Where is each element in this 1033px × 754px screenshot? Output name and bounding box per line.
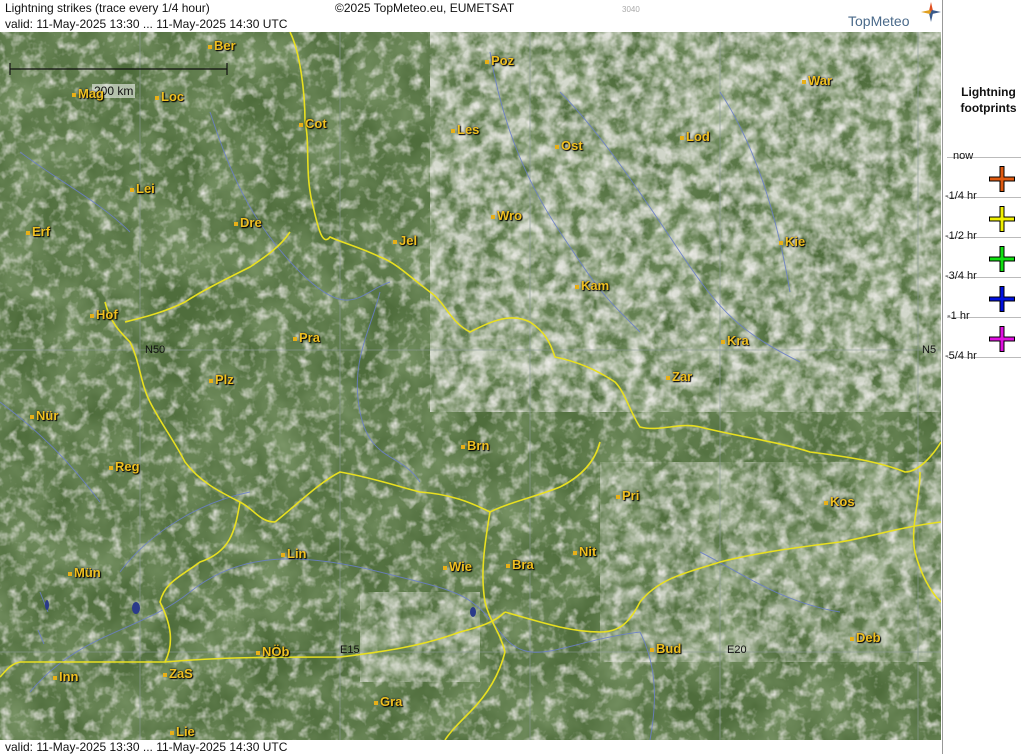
city-label: ZaS (163, 666, 193, 681)
city-label: Loc (155, 89, 184, 104)
map-footer: valid: 11-May-2025 13:30 ... 11-May-2025… (0, 740, 941, 754)
grid-label-e15: E15 (340, 644, 360, 656)
city-label: Hof (90, 307, 118, 322)
city-label: Ber (208, 38, 236, 53)
city-label: Lod (680, 129, 710, 144)
city-label: Ost (555, 138, 583, 153)
city-label: Lin (281, 546, 307, 561)
city-label: Poz (485, 53, 514, 68)
legend-label-now: now (953, 150, 974, 162)
city-label: Nit (573, 544, 596, 559)
city-label: Mag (72, 86, 104, 101)
compass-logo-icon (921, 2, 941, 22)
city-label: Pra (293, 330, 320, 345)
legend-label: -1/2 hr (945, 230, 977, 242)
green-cross-icon (989, 246, 1015, 272)
city-label: Kam (575, 278, 609, 293)
city-label: Pri (616, 488, 639, 503)
legend-title: Lightning footprints (960, 85, 1017, 115)
city-label: Bud (650, 641, 681, 656)
map-header: Lightning strikes (trace every 1/4 hour)… (0, 0, 942, 32)
magenta-cross-icon (989, 326, 1015, 352)
city-label: Lie (170, 724, 195, 739)
city-label: Plz (209, 372, 234, 387)
legend-label: -3/4 hr (945, 270, 977, 282)
city-label: Les (451, 122, 479, 137)
frame-id: 3040 (622, 5, 640, 14)
city-label: War (802, 73, 832, 88)
city-label: Kie (779, 234, 805, 249)
valid-time-header: valid: 11-May-2025 13:30 ... 11-May-2025… (5, 17, 288, 31)
city-label: Mün (68, 565, 101, 580)
city-label: Nür (30, 408, 58, 423)
yellow-cross-icon (989, 206, 1015, 232)
satellite-imagery (0, 32, 941, 740)
grid-label-e20: E20 (727, 644, 747, 656)
city-label: Kra (721, 333, 749, 348)
city-label: Wro (491, 208, 522, 223)
valid-time-footer: valid: 11-May-2025 13:30 ... 11-May-2025… (5, 740, 288, 754)
city-label: Gra (374, 694, 402, 709)
topmeteo-logo: TopMeteo (848, 13, 910, 29)
city-label: Kos (824, 494, 855, 509)
city-label: Lei (130, 181, 155, 196)
grid-label-n5: N5 (922, 344, 937, 356)
grid-label-n50: N50 (145, 344, 166, 356)
map-title: Lightning strikes (trace every 1/4 hour) (5, 1, 210, 15)
legend-label: -1 hr (947, 310, 970, 322)
city-label: Erf (26, 224, 50, 239)
blue-cross-icon (989, 286, 1015, 312)
city-label: Dre (234, 215, 262, 230)
city-label: Cot (299, 116, 327, 131)
city-label: Reg (109, 459, 140, 474)
city-label: Wie (443, 559, 472, 574)
legend-label: -5/4 hr (945, 350, 977, 362)
city-label: Zar (666, 369, 692, 384)
legend-panel: Lightning footprints now -1/4 hr -1/2 hr… (942, 0, 1033, 754)
orange-cross-icon (989, 166, 1015, 192)
city-label: Brn (461, 438, 489, 453)
city-label: Inn (53, 669, 79, 684)
city-label: Jel (393, 233, 417, 248)
city-label: Deb (850, 630, 881, 645)
city-label: Bra (506, 557, 534, 572)
satellite-map[interactable]: 200 km N50 E15 E20 N5 Ber Poz War Mag Lo… (0, 32, 941, 740)
legend-label: -1/4 hr (945, 190, 977, 202)
city-label: NÖb (256, 644, 289, 659)
copyright-text: ©2025 TopMeteo.eu, EUMETSAT (335, 1, 515, 15)
